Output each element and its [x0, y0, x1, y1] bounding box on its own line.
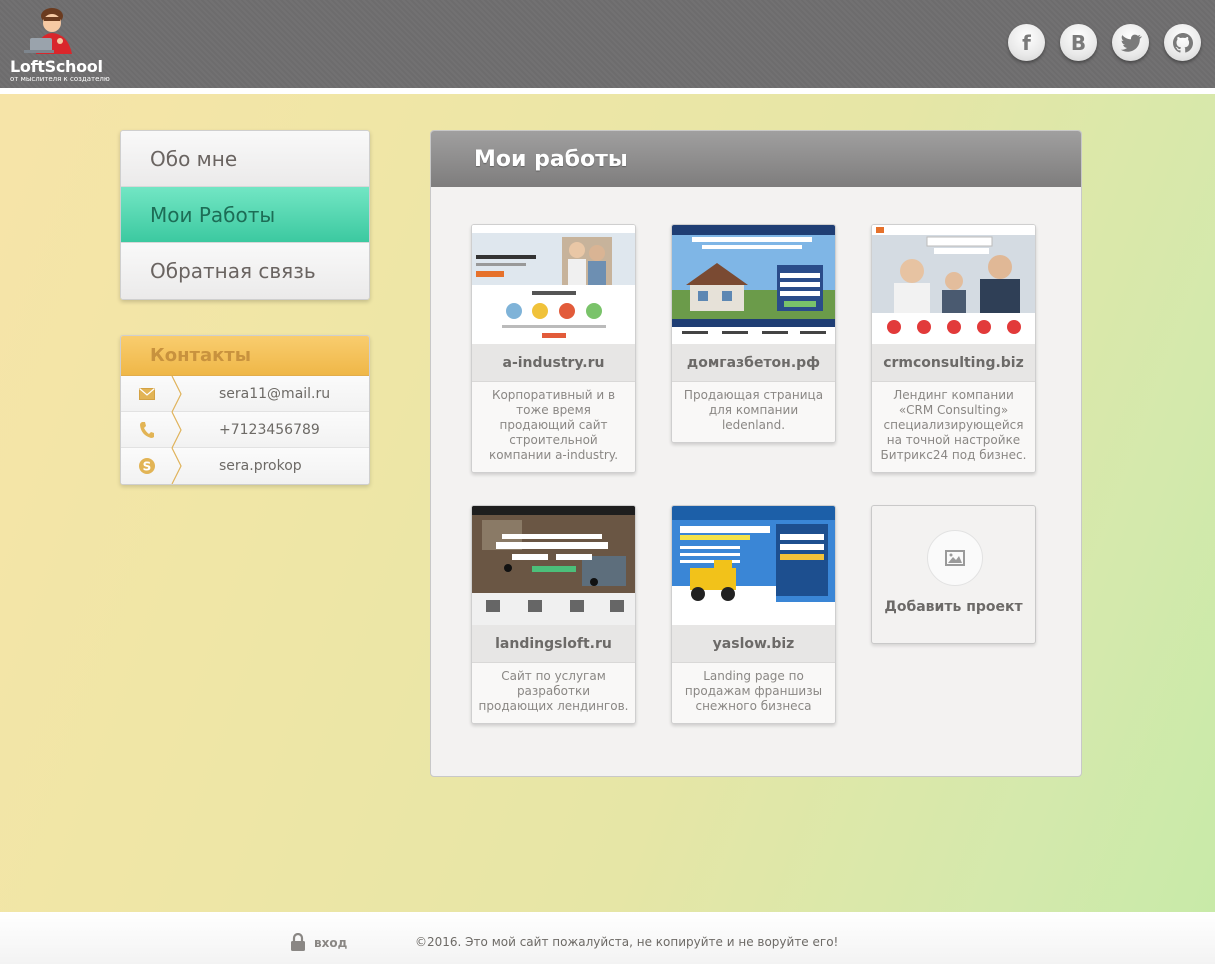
- project-card[interactable]: yaslow.biz Landing page по продажам фран…: [671, 505, 836, 724]
- contact-skype-value: sera.prokop: [219, 458, 302, 474]
- contact-email-value: sera11@mail.ru: [219, 385, 331, 402]
- project-card[interactable]: landingsloft.ru Сайт по услугам разработ…: [471, 505, 636, 724]
- contact-skype[interactable]: S sera.prokop: [121, 448, 369, 484]
- project-thumbnail-a-industry: [472, 225, 635, 344]
- contact-email[interactable]: sera11@mail.ru: [121, 376, 369, 412]
- logo[interactable]: LoftSchool от мыслителя к создателю: [8, 8, 118, 84]
- octocat-icon: [1172, 32, 1193, 53]
- project-description: Landing page по продажам франшизы снежно…: [672, 663, 835, 723]
- arrow-separator-icon: [171, 448, 182, 484]
- logo-subtitle: от мыслителя к создателю: [10, 75, 110, 83]
- logo-figure-icon: [24, 8, 72, 54]
- project-title: yaslow.biz: [672, 625, 835, 663]
- project-title: a-industry.ru: [472, 344, 635, 382]
- contact-phone-value: +7123456789: [219, 421, 320, 438]
- skype-icon: S: [121, 448, 173, 484]
- add-project-label: Добавить проект: [884, 599, 1023, 615]
- main-menu: Обо мне Мои Работы Обратная связь: [120, 130, 370, 300]
- twitter-icon[interactable]: [1112, 24, 1149, 61]
- phone-icon: [121, 412, 173, 448]
- social-links: f B: [1008, 24, 1201, 61]
- site-footer: вход ©2016. Это мой сайт пожалуйста, не …: [0, 912, 1215, 964]
- lock-icon: [291, 933, 305, 951]
- project-title: crmconsulting.biz: [872, 344, 1035, 382]
- contact-phone[interactable]: +7123456789: [121, 412, 369, 448]
- project-title: landingsloft.ru: [472, 625, 635, 663]
- menu-item-feedback[interactable]: Обратная связь: [121, 243, 369, 299]
- add-project-button[interactable]: Добавить проект: [871, 505, 1036, 644]
- twitter-bird-icon: [1120, 34, 1142, 52]
- menu-item-works[interactable]: Мои Работы: [121, 187, 369, 243]
- project-title: домгазбетон.рф: [672, 344, 835, 382]
- contacts-block: Контакты sera11@mail.ru +7123456789 S se…: [120, 335, 370, 485]
- mail-icon: [121, 376, 173, 412]
- project-thumbnail-landingsloft: [472, 506, 635, 625]
- project-thumbnail-domgazbeton: [672, 225, 835, 344]
- arrow-separator-icon: [171, 412, 182, 448]
- login-label: вход: [314, 935, 348, 950]
- logo-title: LoftSchool: [10, 57, 103, 76]
- project-description: Продающая страница для компании ledenlan…: [672, 382, 835, 442]
- project-description: Корпоративный и в тоже время продающий с…: [472, 382, 635, 472]
- login-link[interactable]: вход: [290, 933, 347, 952]
- github-icon[interactable]: [1164, 24, 1201, 61]
- facebook-icon[interactable]: f: [1008, 24, 1045, 61]
- project-description: Лендинг компании «CRM Consulting» специа…: [872, 382, 1035, 472]
- project-card[interactable]: домгазбетон.рф Продающая страница для ко…: [671, 224, 836, 443]
- project-card[interactable]: crmconsulting.biz Лендинг компании «CRM …: [871, 224, 1036, 473]
- works-panel: Мои работы a-industry.ru Корпоративный и…: [430, 130, 1082, 777]
- site-header: LoftSchool от мыслителя к создателю f B: [0, 0, 1215, 94]
- project-description: Сайт по услугам разработки продающих лен…: [472, 663, 635, 723]
- project-card[interactable]: a-industry.ru Корпоративный и в тоже вре…: [471, 224, 636, 473]
- project-thumbnail-yaslow: [672, 506, 835, 625]
- project-thumbnail-crmconsulting: [872, 225, 1035, 344]
- arrow-separator-icon: [171, 376, 182, 412]
- copyright-text: ©2016. Это мой сайт пожалуйста, не копир…: [415, 935, 839, 949]
- menu-item-about[interactable]: Обо мне: [121, 131, 369, 187]
- works-title: Мои работы: [431, 131, 1081, 187]
- vk-icon[interactable]: B: [1060, 24, 1097, 61]
- contacts-title: Контакты: [121, 336, 369, 376]
- image-icon: [927, 530, 983, 586]
- svg-text:S: S: [143, 460, 152, 474]
